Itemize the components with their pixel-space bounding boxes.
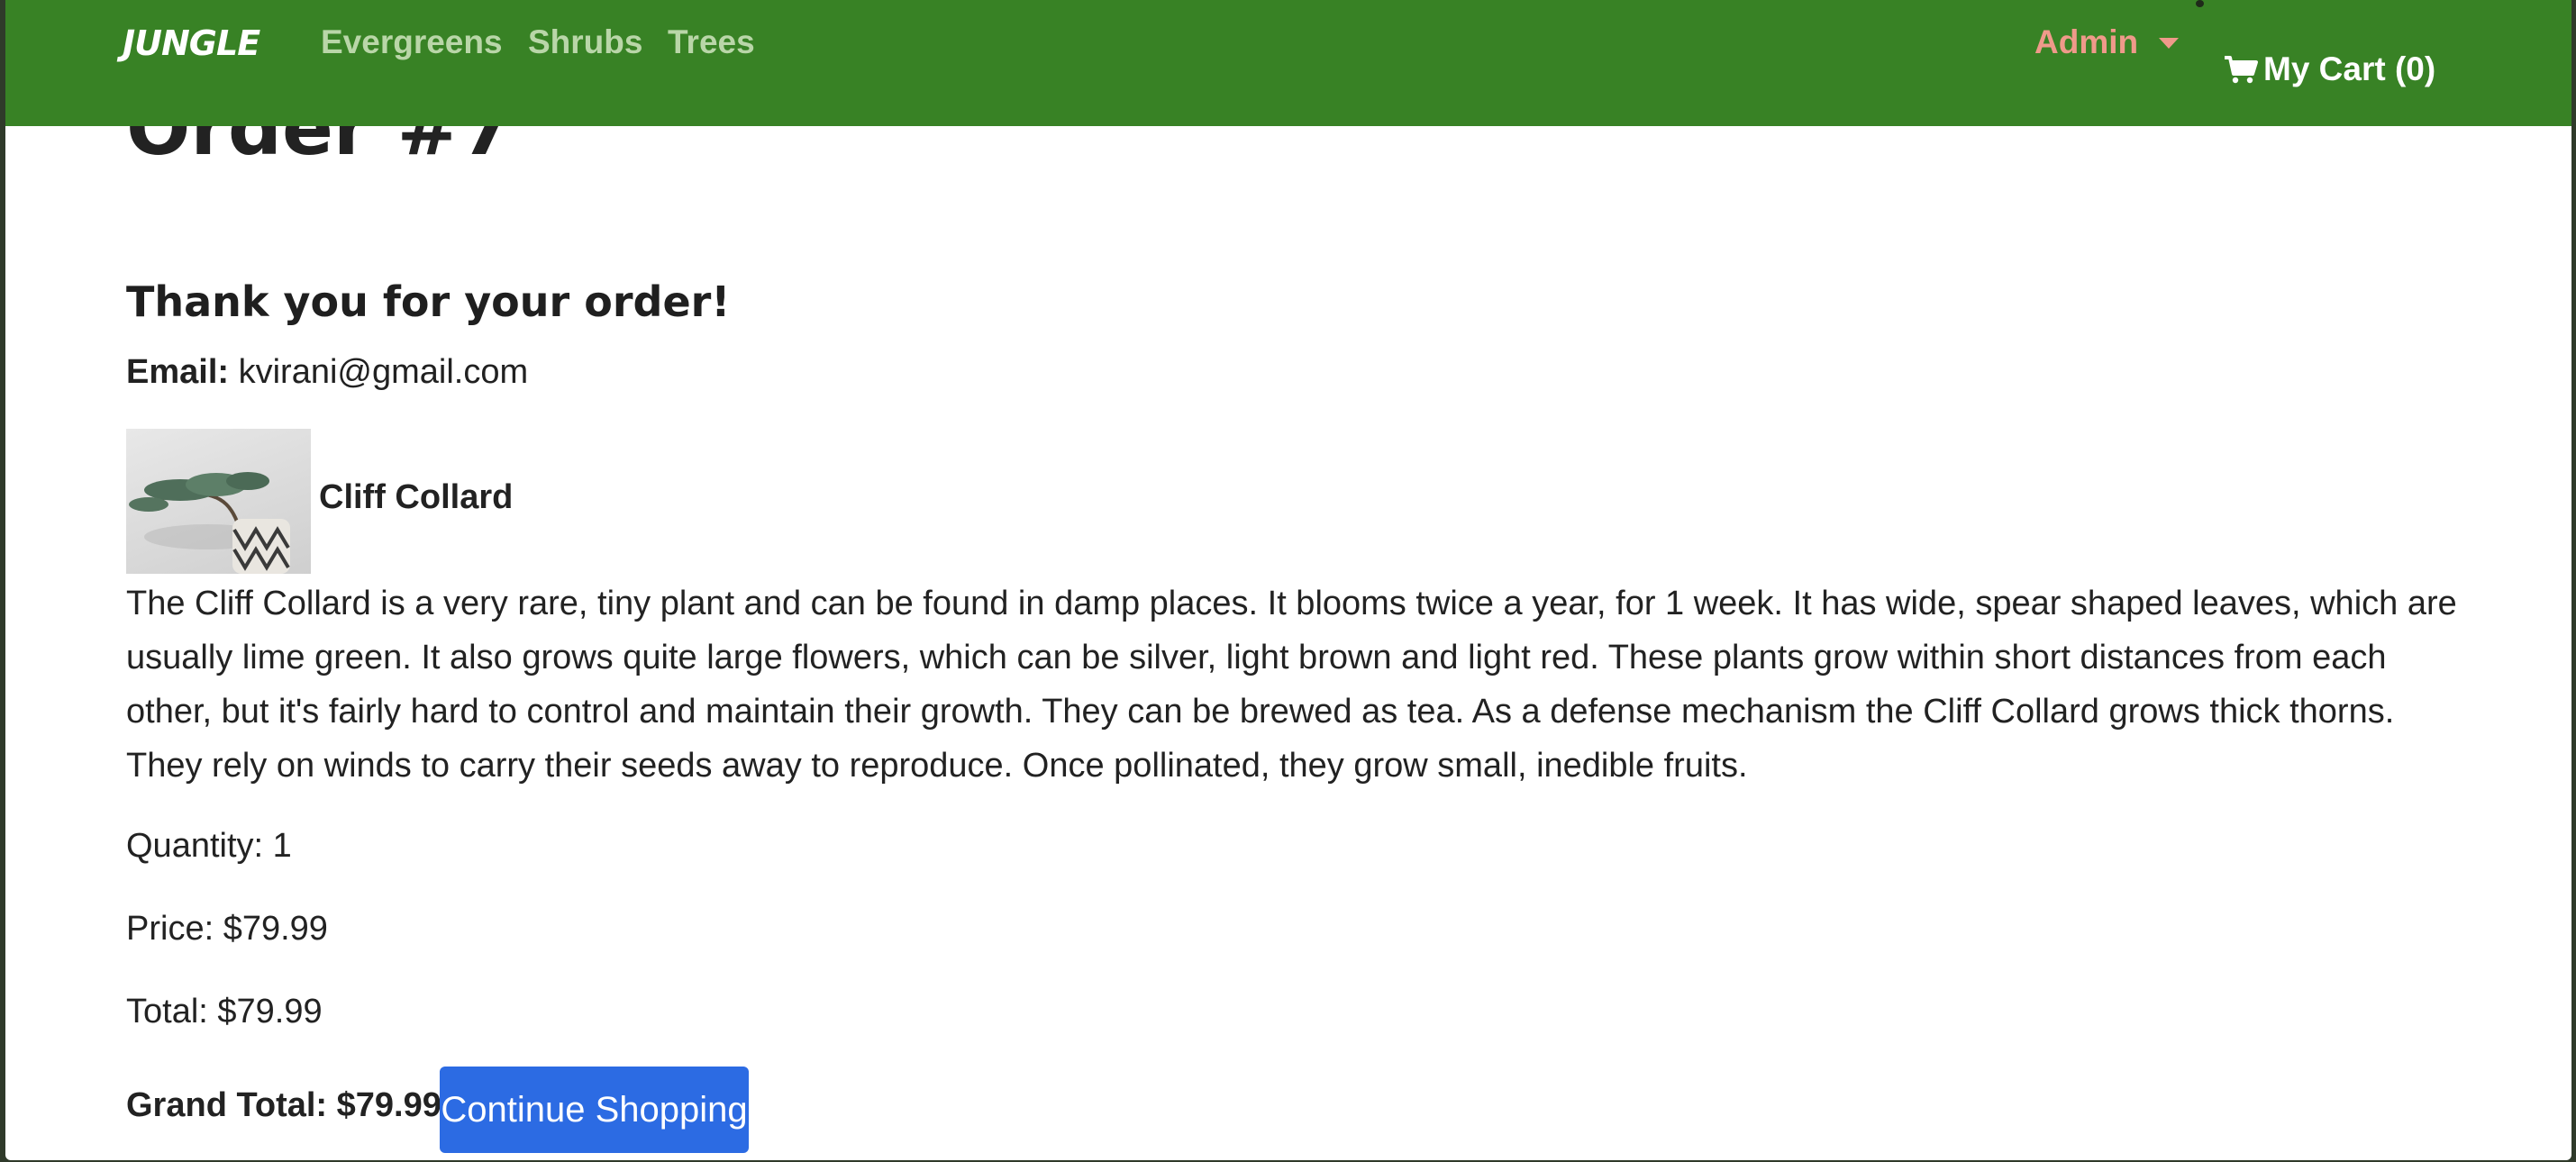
product-name: Cliff Collard [319,478,514,516]
item-quantity: Quantity: 1 [126,827,292,865]
cart-link[interactable]: My Cart (0) [2224,50,2435,88]
top-navbar: JUNGLE Evergreens Shrubs Trees Admin My … [5,0,2571,126]
email-value: kvirani@gmail.com [238,353,529,391]
cart-label: My Cart (0) [2263,50,2436,87]
browser-viewport: Order #7 JUNGLE Evergreens Shrubs Trees … [5,0,2571,1160]
nav-link-shrubs[interactable]: Shrubs [528,23,642,61]
bonsai-image [129,472,290,574]
nav-link-evergreens[interactable]: Evergreens [321,23,503,61]
item-price: Price: $79.99 [126,910,328,948]
grand-total: Grand Total: $79.99 [126,1086,441,1124]
item-total: Total: $79.99 [126,993,323,1030]
admin-dropdown[interactable]: Admin [2034,23,2138,61]
nav-link-trees[interactable]: Trees [668,23,755,61]
continue-shopping-button[interactable]: Continue Shopping [440,1067,749,1153]
product-image [126,429,311,574]
shopping-cart-icon [2225,56,2258,84]
email-label: Email: [126,353,230,391]
decorative-dot [2196,0,2204,7]
order-email: Email: kvirani@gmail.com [126,353,528,392]
product-description: The Cliff Collard is a very rare, tiny p… [126,585,2457,785]
caret-down-icon[interactable] [2159,38,2179,49]
thank-you-heading: Thank you for your order! [126,277,731,326]
brand-logo[interactable]: JUNGLE [123,23,260,63]
